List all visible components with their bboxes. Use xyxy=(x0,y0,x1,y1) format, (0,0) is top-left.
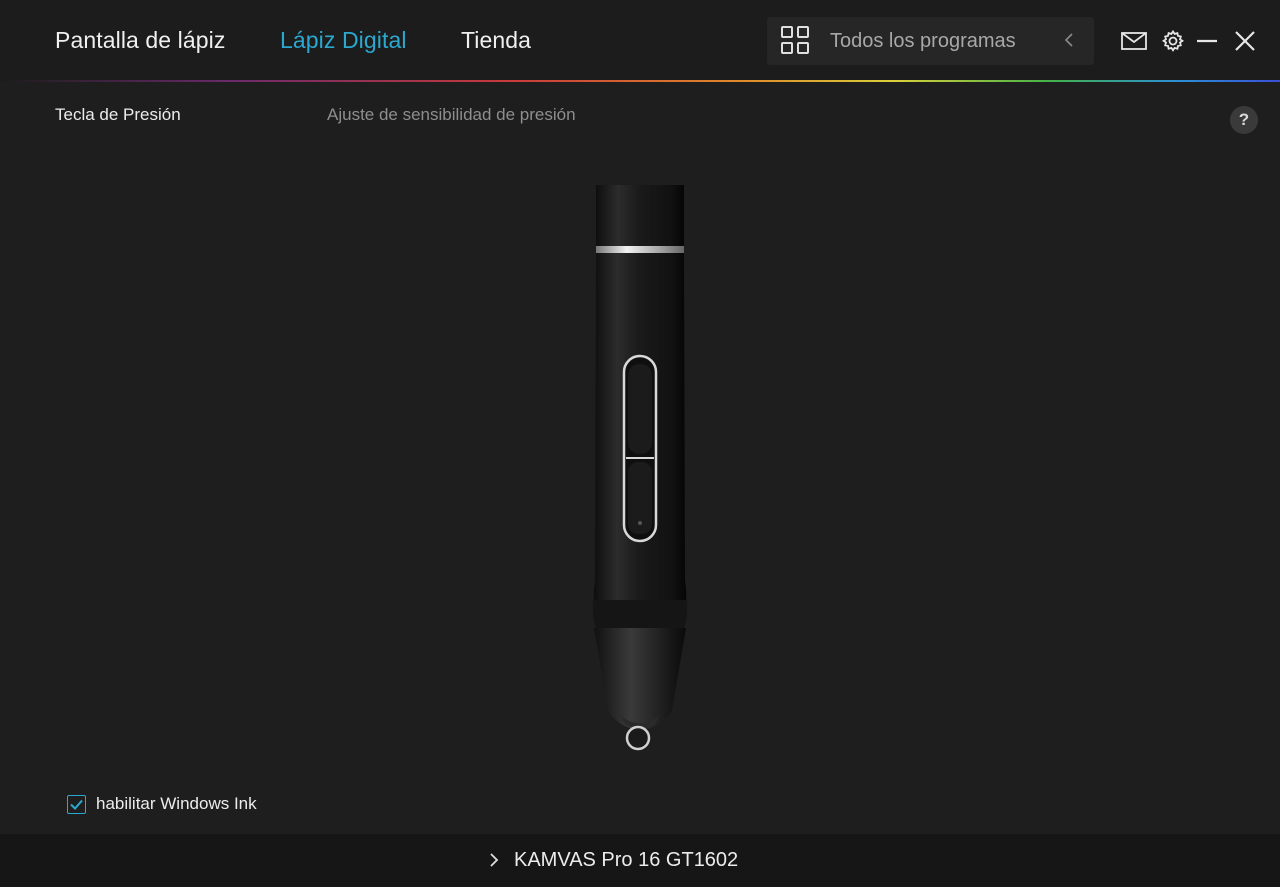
chevron-right-icon[interactable] xyxy=(487,849,501,871)
top-bar: Pantalla de lápiz Lápiz Digital Tienda T… xyxy=(0,0,1280,82)
device-bar: KAMVAS Pro 16 GT1602 xyxy=(0,834,1280,887)
section-title[interactable]: Tecla de Presión xyxy=(55,105,181,125)
tab-tienda[interactable]: Tienda xyxy=(461,27,531,54)
close-icon[interactable] xyxy=(1234,30,1256,52)
section-subtitle[interactable]: Ajuste de sensibilidad de presión xyxy=(327,105,576,125)
help-button[interactable]: ? xyxy=(1230,106,1258,134)
program-selector-label: Todos los programas xyxy=(830,30,1016,52)
tab-lapiz-digital[interactable]: Lápiz Digital xyxy=(280,27,407,54)
windows-ink-checkbox[interactable] xyxy=(67,795,86,814)
minimize-icon[interactable] xyxy=(1196,31,1218,51)
stylus-pen-image xyxy=(592,185,688,751)
tab-pantalla-de-lapiz[interactable]: Pantalla de lápiz xyxy=(55,27,225,54)
chevron-left-icon[interactable] xyxy=(1063,29,1075,51)
grid-icon xyxy=(781,26,811,56)
checkmark-icon xyxy=(70,799,83,810)
program-selector[interactable]: Todos los programas xyxy=(767,17,1094,65)
gear-icon[interactable] xyxy=(1161,29,1185,53)
windows-ink-label[interactable]: habilitar Windows Ink xyxy=(96,794,257,814)
mail-icon[interactable] xyxy=(1121,31,1147,51)
header-divider xyxy=(0,80,1280,82)
device-name[interactable]: KAMVAS Pro 16 GT1602 xyxy=(514,849,738,872)
